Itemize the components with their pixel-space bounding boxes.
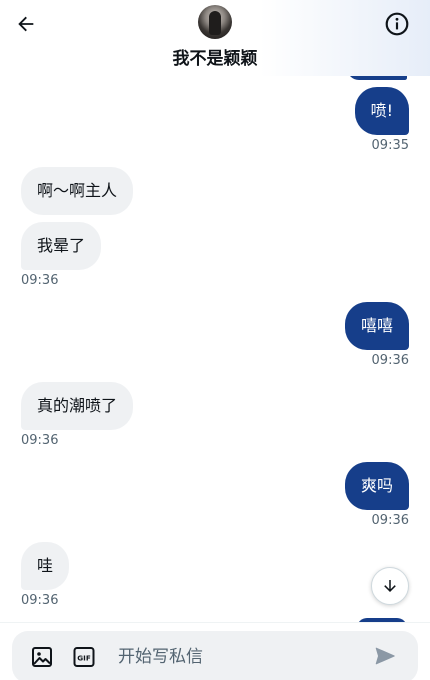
back-button[interactable] bbox=[12, 10, 40, 38]
send-button[interactable] bbox=[374, 645, 398, 669]
avatar[interactable] bbox=[198, 5, 232, 39]
message-bubble-out[interactable]: 爽吗 bbox=[344, 462, 409, 510]
message-bubble-partial bbox=[347, 76, 407, 80]
conversation-header: 我不是颖颖 bbox=[0, 0, 430, 76]
message-input[interactable] bbox=[118, 644, 358, 670]
add-image-button[interactable] bbox=[30, 645, 54, 669]
message-bubble-in[interactable]: 真的潮喷了 bbox=[21, 382, 134, 430]
message-timestamp: 09:35 bbox=[371, 138, 409, 153]
image-icon bbox=[32, 647, 52, 667]
message-bubble-in[interactable]: 哇 bbox=[21, 542, 70, 590]
composer-divider bbox=[0, 622, 430, 623]
gif-icon: GIF bbox=[73, 647, 95, 667]
message-timestamp: 09:36 bbox=[371, 513, 409, 528]
arrow-down-icon bbox=[384, 580, 396, 592]
info-circle-icon bbox=[385, 12, 409, 36]
info-button[interactable] bbox=[384, 11, 410, 37]
message-timestamp: 09:36 bbox=[21, 433, 59, 448]
message-bubble-in[interactable]: 我晕了 bbox=[21, 222, 102, 270]
message-bubble-out[interactable]: 喷! bbox=[354, 87, 409, 135]
message-timestamp: 09:36 bbox=[21, 273, 59, 288]
message-timestamp: 09:36 bbox=[371, 353, 409, 368]
message-composer: GIF bbox=[12, 631, 418, 680]
scroll-to-bottom-button[interactable] bbox=[371, 567, 409, 605]
message-bubble-in[interactable]: 啊～啊主人 bbox=[21, 167, 134, 215]
send-icon bbox=[375, 647, 395, 665]
gif-label: GIF bbox=[77, 654, 91, 663]
message-timestamp: 09:36 bbox=[21, 593, 59, 608]
message-list[interactable]: 喷! 09:35 啊～啊主人 我晕了 09:36 嘻嘻 09:36 真的潮喷了 … bbox=[0, 76, 430, 622]
add-gif-button[interactable]: GIF bbox=[72, 645, 96, 669]
conversation-title: 我不是颖颖 bbox=[172, 49, 258, 69]
arrow-left-icon bbox=[18, 16, 34, 32]
message-bubble-out[interactable]: 嘻嘻 bbox=[344, 302, 409, 350]
